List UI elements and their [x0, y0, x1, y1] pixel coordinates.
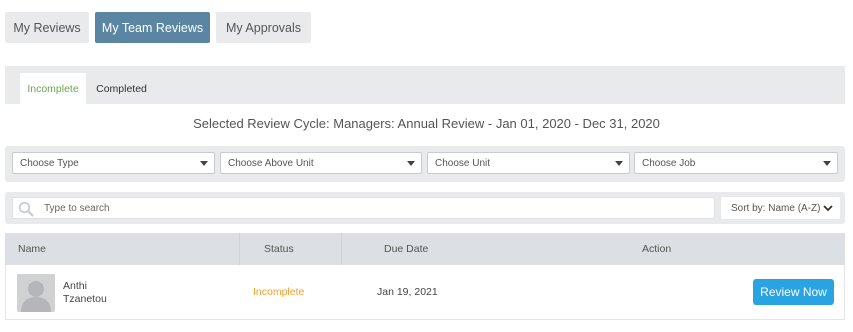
review-cycle-label: Selected Review Cycle: Managers: Annual …: [193, 116, 660, 131]
review-now-button[interactable]: Review Now: [753, 279, 834, 305]
search-icon: [18, 201, 34, 217]
tab-incomplete[interactable]: Incomplete: [20, 73, 86, 104]
column-header-status: Status: [264, 243, 294, 255]
type-select[interactable]: Choose Type: [12, 152, 215, 174]
column-divider: [341, 233, 342, 265]
caret-down-icon: [615, 161, 623, 166]
tab-my-approvals[interactable]: My Approvals: [216, 12, 311, 43]
search-input[interactable]: Type to search: [12, 197, 715, 219]
sort-select-value: Sort by: Name (A-Z): [731, 202, 821, 214]
caret-down-icon: [200, 161, 208, 166]
employee-last-name: Tzanetou: [63, 293, 107, 305]
column-header-action: Action: [642, 243, 672, 255]
above-unit-select-value: Choose Above Unit: [228, 157, 314, 169]
unit-select-value: Choose Unit: [435, 157, 491, 169]
tab-completed[interactable]: Completed: [90, 73, 153, 104]
employee-name: Anthi Tzanetou: [63, 280, 123, 306]
caret-down-icon: [823, 161, 831, 166]
column-header-due-date: Due Date: [384, 243, 429, 255]
tab-my-team-reviews[interactable]: My Team Reviews: [95, 12, 210, 43]
chevron-down-icon: [823, 205, 833, 212]
search-placeholder: Type to search: [44, 203, 110, 214]
table-row: Anthi Tzanetou Incomplete Jan 19, 2021 R…: [5, 265, 845, 320]
status-badge: Incomplete: [253, 286, 305, 298]
sort-select[interactable]: Sort by: Name (A-Z): [721, 197, 840, 219]
employee-first-name: Anthi: [63, 280, 87, 292]
unit-select[interactable]: Choose Unit: [427, 152, 630, 174]
above-unit-select[interactable]: Choose Above Unit: [220, 152, 422, 174]
tab-my-reviews[interactable]: My Reviews: [5, 12, 89, 43]
type-select-value: Choose Type: [20, 157, 79, 169]
job-select-value: Choose Job: [642, 157, 696, 169]
sub-tabs-bar: Incomplete Completed: [5, 66, 845, 104]
due-date: Jan 19, 2021: [377, 286, 438, 298]
job-select[interactable]: Choose Job: [634, 152, 838, 174]
table-header: Name Status Due Date Action: [5, 233, 845, 265]
column-divider: [239, 233, 240, 265]
search-bar: Type to search Sort by: Name (A-Z): [5, 192, 845, 224]
filters-bar: Choose Type Choose Above Unit Choose Uni…: [5, 146, 845, 182]
caret-down-icon: [407, 161, 415, 166]
default-avatar-icon: [17, 274, 55, 312]
column-header-name: Name: [18, 243, 47, 255]
